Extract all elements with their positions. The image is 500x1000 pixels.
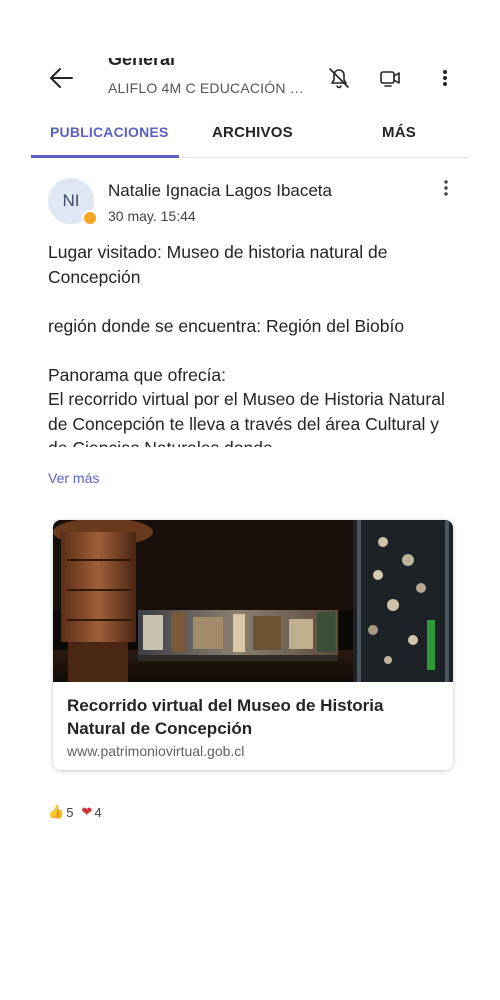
- heart-icon: ❤: [81, 804, 93, 819]
- link-card-title[interactable]: Recorrido virtual del Museo de Historia …: [67, 694, 437, 740]
- thumbs-up-icon: 👍: [48, 804, 65, 819]
- video-call-icon[interactable]: [376, 64, 404, 92]
- reaction-count: 5: [66, 804, 74, 820]
- reaction-count: 4: [94, 804, 102, 820]
- post-author[interactable]: Natalie Ignacia Lagos Ibaceta: [108, 181, 332, 201]
- reaction-like[interactable]: 👍 5: [48, 804, 73, 820]
- link-preview-card[interactable]: Recorrido virtual del Museo de Historia …: [53, 520, 453, 770]
- app-header: General ALIFLO 4M C EDUCACIÓN CI...: [0, 0, 500, 118]
- tab-publicaciones[interactable]: PUBLICACIONES: [50, 124, 169, 140]
- back-arrow-icon[interactable]: [42, 60, 82, 100]
- post-line: región donde se encuentra: Región del Bi…: [48, 315, 405, 336]
- active-tab-indicator: [31, 155, 179, 158]
- channel-name: General: [108, 58, 176, 69]
- link-card-url[interactable]: www.patrimoniovirtual.gob.cl: [67, 743, 244, 759]
- museum-preview-image: [53, 520, 453, 682]
- bell-off-icon[interactable]: [325, 64, 353, 92]
- presence-away-icon: [82, 210, 98, 226]
- more-options-icon[interactable]: [431, 64, 459, 92]
- post-more-options-icon[interactable]: [438, 178, 454, 198]
- channel-title: General: [108, 58, 318, 72]
- post-body: Lugar visitado: Museo de historia natura…: [48, 240, 453, 447]
- post-line: Panorama que ofrecía:: [48, 364, 227, 385]
- reaction-heart[interactable]: ❤ 4: [81, 804, 101, 820]
- tab-archivos[interactable]: ARCHIVOS: [212, 124, 293, 141]
- post-line: El recorrido virtual por el Museo de His…: [48, 389, 445, 447]
- team-name: ALIFLO 4M C EDUCACIÓN CI...: [108, 80, 313, 96]
- tab-mas[interactable]: MÁS: [382, 124, 416, 141]
- post-timestamp: 30 may. 15:44: [108, 208, 196, 224]
- reactions-bar: 👍 5 ❤ 4: [48, 804, 110, 820]
- post-line: Lugar visitado: Museo de historia natura…: [48, 242, 388, 287]
- see-more-link[interactable]: Ver más: [48, 470, 99, 486]
